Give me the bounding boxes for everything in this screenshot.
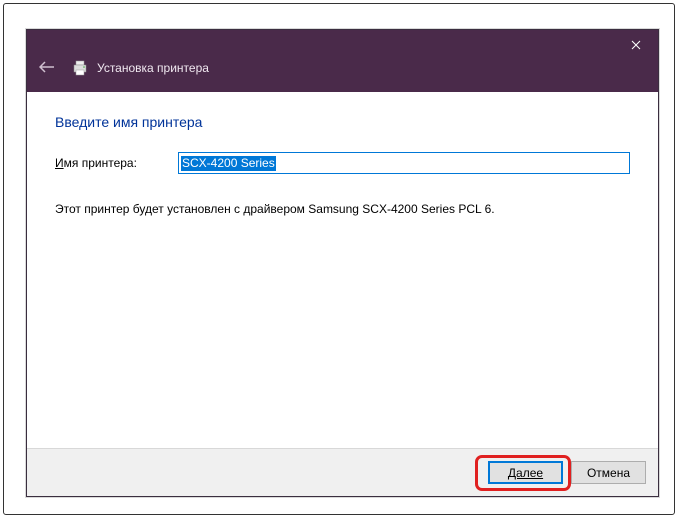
next-button[interactable]: Далее	[488, 461, 563, 484]
printer-icon	[71, 59, 89, 77]
close-button[interactable]	[613, 30, 658, 60]
printer-name-value: SCX-4200 Series	[181, 156, 276, 171]
printer-name-row: Имя принтера: SCX-4200 Series	[55, 152, 630, 174]
content-area: Введите имя принтера Имя принтера: SCX-4…	[27, 92, 658, 238]
printer-name-label: Имя принтера:	[55, 156, 178, 170]
driver-info-text: Этот принтер будет установлен с драйверо…	[55, 202, 630, 216]
printer-name-input[interactable]: SCX-4200 Series	[178, 152, 630, 174]
back-button[interactable]	[39, 60, 55, 76]
titlebar: Установка принтера	[27, 30, 658, 92]
cancel-button[interactable]: Отмена	[571, 461, 646, 484]
button-bar: Далее Отмена	[27, 448, 658, 496]
page-heading: Введите имя принтера	[55, 114, 630, 130]
titlebar-title: Установка принтера	[97, 61, 209, 75]
wizard-window: Установка принтера Введите имя принтера …	[26, 29, 659, 497]
